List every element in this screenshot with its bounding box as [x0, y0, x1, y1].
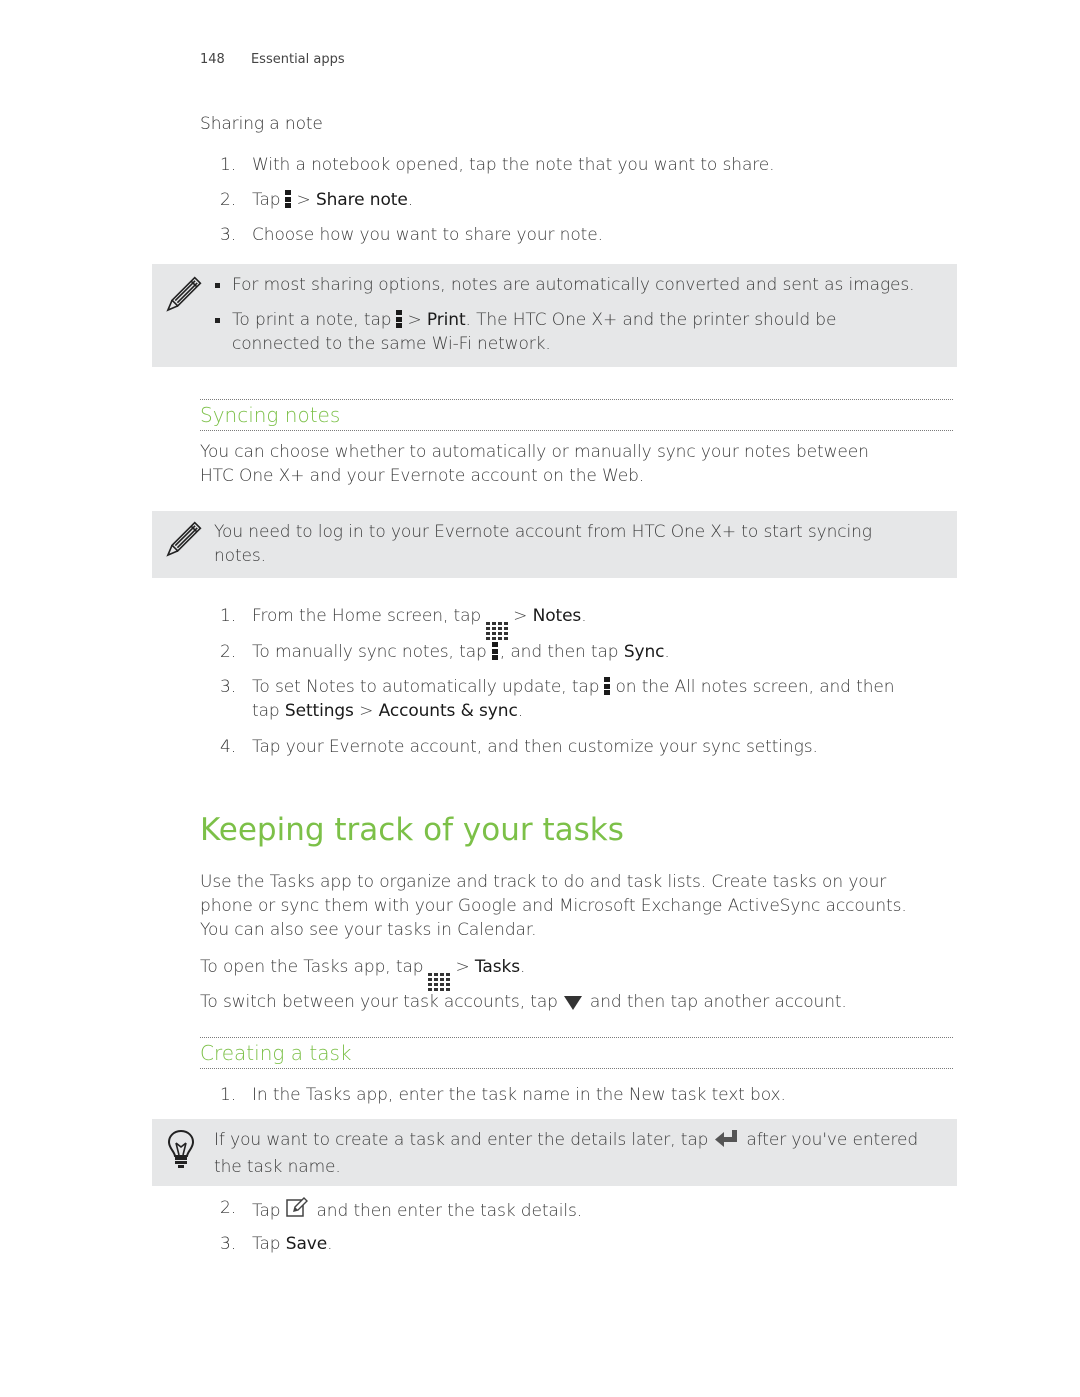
step-number: 2.	[220, 642, 237, 662]
section-heading-syncing: Syncing notes	[200, 399, 953, 431]
step-number: 4.	[220, 737, 237, 757]
step-text: Choose how you want to share your note.	[252, 225, 603, 245]
step-text-part: Tap	[252, 1201, 281, 1221]
step-text: With a notebook opened, tap the note tha…	[252, 155, 775, 175]
step-number: 2.	[220, 1198, 237, 1218]
app-name-tasks: Tasks	[474, 957, 520, 977]
text-part: To switch between your task accounts, ta…	[200, 992, 558, 1012]
note-text-part: connected to the same Wi-Fi network.	[232, 334, 551, 354]
step-number: 1.	[220, 606, 237, 626]
section-title: Essential apps	[250, 52, 345, 67]
text-part: .	[519, 957, 526, 977]
menu-item-accounts-sync: Accounts & sync	[378, 701, 518, 721]
step-text-part: >	[353, 701, 379, 721]
step-text-part: .	[581, 606, 587, 626]
note-text: notes.	[214, 546, 266, 566]
intro-line: Use the Tasks app to organize and track …	[200, 872, 887, 892]
step-text: In the Tasks app, enter the task name in…	[252, 1085, 786, 1105]
tip-text-part: the task name.	[214, 1157, 341, 1177]
step-text-part: and then enter the task details.	[316, 1201, 583, 1221]
step-text-part: From the Home screen, tap	[252, 606, 482, 626]
pencil-icon	[162, 521, 202, 565]
step-text-part: .	[327, 1234, 333, 1254]
menu-item-settings: Settings	[284, 701, 354, 721]
step-text-part: .	[517, 701, 524, 721]
dropdown-triangle-icon	[563, 993, 582, 1017]
button-label-save: Save	[285, 1234, 328, 1254]
step-text-part: on the All notes screen, and then	[615, 677, 895, 697]
step-number: 3.	[220, 1234, 237, 1254]
subheading-sharing: Sharing a note	[200, 114, 323, 134]
note-box: For most sharing options, notes are auto…	[152, 264, 957, 367]
text-part: >	[455, 957, 475, 977]
lightbulb-icon	[166, 1129, 196, 1173]
step-text: To set Notes to automatically update, ta…	[252, 675, 942, 723]
step-text-part: >	[296, 190, 316, 210]
section-heading-creating: Creating a task	[200, 1037, 953, 1069]
intro-line: You can choose whether to automatically …	[200, 442, 869, 462]
overflow-menu-icon	[396, 310, 403, 328]
step-text: From the Home screen, tap > Notes.	[252, 604, 942, 640]
step-text-part: Tap	[252, 1234, 286, 1254]
step-text-part: .	[664, 642, 670, 662]
app-name-notes: Notes	[532, 606, 582, 626]
text-part: and then tap another account.	[589, 992, 847, 1012]
intro-line: HTC One X+ and your Evernote account on …	[200, 466, 645, 486]
step-text: Tap your Evernote account, and then cust…	[252, 737, 818, 757]
note-text-part: . The HTC One X+ and the printer should …	[465, 310, 837, 330]
step-text-part: , and then tap	[499, 642, 624, 662]
step-text-part: .	[407, 190, 414, 210]
enter-key-icon	[714, 1130, 738, 1155]
tip-text-part: If you want to create a task and enter t…	[214, 1130, 709, 1150]
overflow-menu-icon	[491, 642, 498, 660]
menu-item-sync: Sync	[623, 642, 665, 662]
intro-line: You can also see your tasks in Calendar.	[200, 920, 537, 940]
text-part: To open the Tasks app, tap	[200, 957, 424, 977]
page-title: Keeping track of your tasks	[200, 812, 624, 848]
intro-line: phone or sync them with your Google and …	[200, 896, 907, 916]
switch-accounts-instruction: To switch between your task accounts, ta…	[200, 990, 847, 1017]
note-bullet: For most sharing options, notes are auto…	[214, 273, 939, 297]
open-tasks-instruction: To open the Tasks app, tap > Tasks.	[200, 955, 525, 991]
step-text: Tap Save.	[252, 1232, 942, 1256]
step-number: 3.	[220, 225, 237, 245]
step-number: 1.	[220, 155, 237, 175]
menu-item-share-note: Share note	[315, 190, 408, 210]
edit-icon	[286, 1196, 309, 1225]
all-apps-icon	[486, 622, 509, 640]
step-text: Tap > Share note.	[252, 188, 942, 212]
note-box: You need to log in to your Evernote acco…	[152, 511, 957, 578]
step-number: 1.	[220, 1085, 237, 1105]
menu-item-print: Print	[426, 310, 466, 330]
tasks-intro: Use the Tasks app to organize and track …	[200, 870, 960, 942]
syncing-intro: You can choose whether to automatically …	[200, 440, 960, 488]
step-text: To manually sync notes, tap , and then ta…	[252, 640, 942, 664]
overflow-menu-icon	[285, 190, 292, 208]
step-text-part: Tap	[252, 190, 281, 210]
step-text-part: To set Notes to automatically update, ta…	[252, 677, 600, 697]
note-text-part: >	[407, 310, 427, 330]
tip-box: If you want to create a task and enter t…	[152, 1119, 957, 1186]
step-text-part: >	[513, 606, 533, 626]
page-number: 148	[200, 52, 225, 67]
pencil-icon	[162, 276, 202, 320]
step-text-part: To manually sync notes, tap	[252, 642, 487, 662]
tip-text-part: after you've entered	[746, 1130, 919, 1150]
step-text-part: tap	[252, 701, 285, 721]
all-apps-icon	[428, 973, 451, 991]
overflow-menu-icon	[604, 677, 611, 695]
note-bullet: To print a note, tap > Print. The HTC One…	[214, 308, 939, 356]
note-text-part: To print a note, tap	[232, 310, 392, 330]
step-text: Tap and then enter the task details.	[252, 1196, 942, 1225]
step-number: 3.	[220, 677, 237, 697]
note-text: You need to log in to your Evernote acco…	[214, 522, 872, 542]
step-number: 2.	[220, 190, 237, 210]
page-header: 148 Essential apps	[200, 52, 345, 67]
